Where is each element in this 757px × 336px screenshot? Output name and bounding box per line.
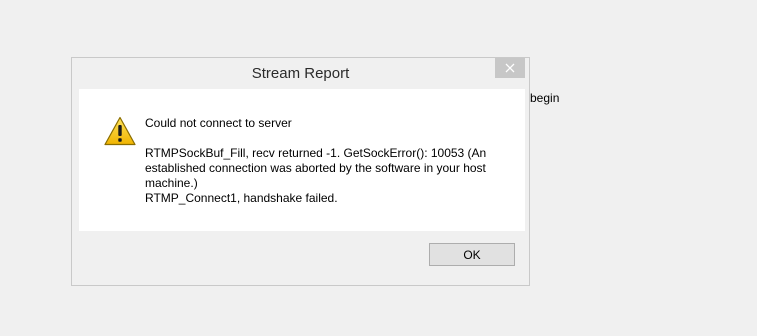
- error-details: RTMPSockBuf_Fill, recv returned -1. GetS…: [145, 146, 505, 206]
- background-window-text: begin: [530, 91, 560, 105]
- dialog-button-bar: OK: [79, 231, 525, 281]
- error-detail-line: RTMPSockBuf_Fill, recv returned -1. GetS…: [145, 146, 487, 160]
- error-detail-line: machine.): [145, 176, 198, 190]
- close-button[interactable]: [495, 58, 525, 78]
- stream-report-dialog: Stream Report Could not connect to serve…: [71, 57, 530, 286]
- dialog-titlebar[interactable]: Stream Report: [72, 58, 529, 89]
- error-heading: Could not connect to server: [145, 116, 292, 130]
- close-icon: [505, 63, 515, 73]
- ok-button[interactable]: OK: [429, 243, 515, 266]
- dialog-title: Stream Report: [251, 65, 350, 82]
- warning-icon: [104, 116, 136, 146]
- dialog-message-area: Could not connect to server RTMPSockBuf_…: [79, 89, 525, 231]
- error-detail-line: established connection was aborted by th…: [145, 161, 486, 175]
- error-detail-line: RTMP_Connect1, handshake failed.: [145, 191, 338, 205]
